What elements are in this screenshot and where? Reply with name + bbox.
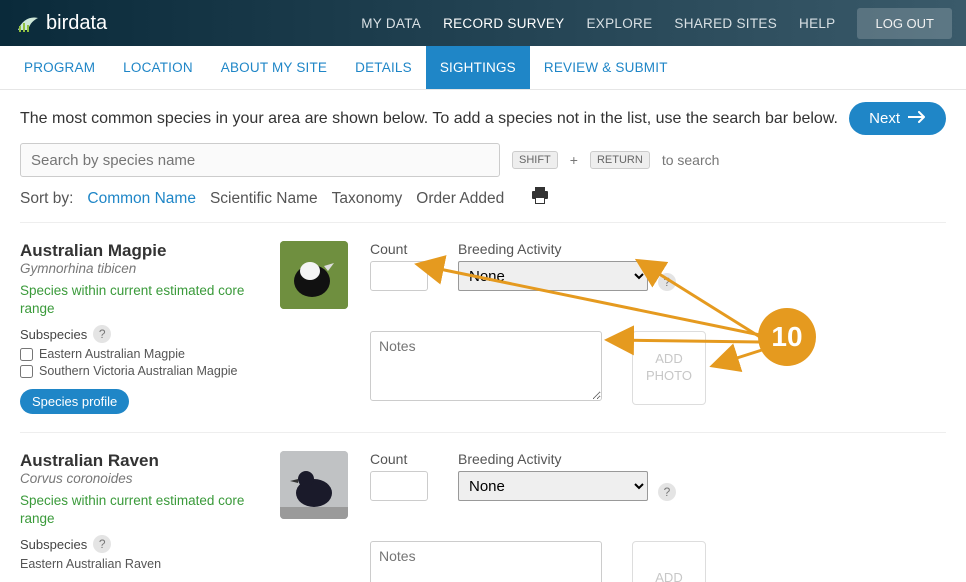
species-profile-button[interactable]: Species profile bbox=[20, 389, 129, 414]
count-input[interactable] bbox=[370, 261, 428, 291]
kbd-plus: + bbox=[570, 152, 578, 168]
count-label: Count bbox=[370, 241, 428, 257]
breeding-label: Breeding Activity bbox=[458, 451, 676, 467]
tab-sightings[interactable]: SIGHTINGS bbox=[426, 46, 530, 89]
content-area: The most common species in your area are… bbox=[0, 90, 966, 581]
sort-order-added[interactable]: Order Added bbox=[416, 190, 504, 208]
species-scientific-name: Gymnorhina tibicen bbox=[20, 261, 260, 276]
species-thumbnail[interactable] bbox=[280, 451, 348, 519]
species-card: Australian Magpie Gymnorhina tibicen Spe… bbox=[20, 223, 946, 433]
kbd-return: RETURN bbox=[590, 151, 650, 169]
kbd-shift: SHIFT bbox=[512, 151, 558, 169]
tab-program[interactable]: PROGRAM bbox=[10, 46, 109, 89]
breeding-select[interactable]: None bbox=[458, 261, 648, 291]
count-input[interactable] bbox=[370, 471, 428, 501]
subspecies-checkbox-row[interactable]: Southern Victoria Australian Magpie bbox=[20, 364, 260, 378]
subspecies-name: Eastern Australian Magpie bbox=[39, 347, 185, 361]
sort-scientific-name[interactable]: Scientific Name bbox=[210, 190, 318, 208]
breeding-label: Breeding Activity bbox=[458, 241, 676, 257]
notes-textarea[interactable] bbox=[370, 541, 602, 582]
intro-text: The most common species in your area are… bbox=[20, 110, 838, 128]
brand-name: birdata bbox=[46, 12, 107, 35]
help-icon[interactable]: ? bbox=[93, 535, 111, 553]
tab-about-my-site[interactable]: ABOUT MY SITE bbox=[207, 46, 341, 89]
breeding-select[interactable]: None bbox=[458, 471, 648, 501]
species-search-input[interactable] bbox=[20, 143, 500, 177]
subspecies-label: Subspecies bbox=[20, 327, 87, 342]
survey-tabs: PROGRAM LOCATION ABOUT MY SITE DETAILS S… bbox=[0, 46, 966, 90]
species-common-name: Australian Raven bbox=[20, 451, 260, 471]
species-scientific-name: Corvus coronoides bbox=[20, 471, 260, 486]
species-thumbnail[interactable] bbox=[280, 241, 348, 309]
species-range-note: Species within current estimated core ra… bbox=[20, 492, 260, 527]
count-label: Count bbox=[370, 451, 428, 467]
help-icon[interactable]: ? bbox=[658, 273, 676, 291]
subspecies-name: Southern Victoria Australian Magpie bbox=[39, 364, 238, 378]
logout-button[interactable]: LOG OUT bbox=[857, 8, 952, 39]
subspecies-checkbox[interactable] bbox=[20, 348, 33, 361]
bird-logo-icon bbox=[14, 10, 40, 36]
species-list[interactable]: Australian Magpie Gymnorhina tibicen Spe… bbox=[20, 222, 946, 582]
next-button[interactable]: Next bbox=[849, 102, 946, 135]
arrow-right-icon bbox=[908, 110, 926, 127]
add-photo-button[interactable]: ADD PHOTO bbox=[632, 331, 706, 405]
nav-explore[interactable]: EXPLORE bbox=[587, 16, 653, 31]
topbar: birdata MY DATA RECORD SURVEY EXPLORE SH… bbox=[0, 0, 966, 46]
search-hint: to search bbox=[662, 152, 720, 168]
species-common-name: Australian Magpie bbox=[20, 241, 260, 261]
brand-logo[interactable]: birdata bbox=[14, 10, 107, 36]
subspecies-label: Subspecies bbox=[20, 537, 87, 552]
top-nav: MY DATA RECORD SURVEY EXPLORE SHARED SIT… bbox=[361, 8, 952, 39]
notes-textarea[interactable] bbox=[370, 331, 602, 401]
tab-review-submit[interactable]: REVIEW & SUBMIT bbox=[530, 46, 682, 89]
nav-mydata[interactable]: MY DATA bbox=[361, 16, 421, 31]
help-icon[interactable]: ? bbox=[658, 483, 676, 501]
nav-help[interactable]: HELP bbox=[799, 16, 835, 31]
tab-location[interactable]: LOCATION bbox=[109, 46, 207, 89]
sort-common-name[interactable]: Common Name bbox=[87, 190, 196, 208]
subspecies-name: Eastern Australian Raven bbox=[20, 557, 161, 571]
subspecies-checkbox-row[interactable]: Eastern Australian Raven bbox=[20, 557, 260, 571]
nav-shared-sites[interactable]: SHARED SITES bbox=[674, 16, 777, 31]
species-range-note: Species within current estimated core ra… bbox=[20, 282, 260, 317]
species-card: Australian Raven Corvus coronoides Speci… bbox=[20, 433, 946, 582]
tab-details[interactable]: DETAILS bbox=[341, 46, 426, 89]
print-icon[interactable] bbox=[530, 187, 550, 210]
subspecies-checkbox[interactable] bbox=[20, 365, 33, 378]
next-label: Next bbox=[869, 110, 900, 127]
sort-label: Sort by: bbox=[20, 190, 73, 208]
subspecies-checkbox-row[interactable]: Eastern Australian Magpie bbox=[20, 347, 260, 361]
sort-taxonomy[interactable]: Taxonomy bbox=[332, 190, 403, 208]
help-icon[interactable]: ? bbox=[93, 325, 111, 343]
add-photo-button[interactable]: ADD bbox=[632, 541, 706, 582]
nav-record-survey[interactable]: RECORD SURVEY bbox=[443, 16, 564, 31]
